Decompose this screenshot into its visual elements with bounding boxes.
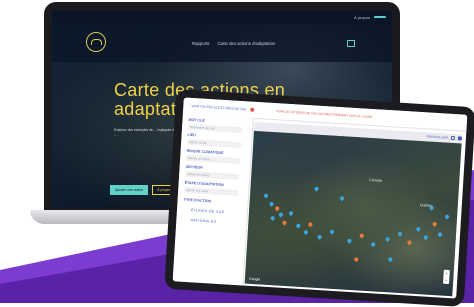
climate-case-studies-link[interactable]: VOIR LES ÉTUDES DE CAS QUI MENTIONNENT S…	[276, 109, 373, 119]
sector-input[interactable]: Ajouter un secteur	[185, 170, 240, 181]
about-link[interactable]: À propos	[354, 15, 370, 20]
all-case-studies-link[interactable]: VOIR TOUTES LES ÉTUDES DE CAS	[191, 104, 246, 111]
zoom-out-icon[interactable]: −	[443, 277, 449, 284]
map-pin[interactable]	[415, 226, 422, 232]
filter-label-climate-risk: RISQUE CLIMATIQUE	[186, 148, 224, 156]
filter-label-location: LIEU	[187, 132, 196, 138]
nav-link-adaptation-map[interactable]: Carte des actions d'adaptation	[217, 41, 275, 46]
map-pin[interactable]	[431, 221, 438, 227]
map-pin[interactable]	[281, 220, 288, 226]
map-label-canada: Canada	[369, 177, 382, 183]
adaptation-stage-input[interactable]: Ajouter une étape	[184, 186, 239, 196]
nav-right-group	[344, 40, 355, 47]
map-pin[interactable]	[422, 234, 429, 241]
map-pin[interactable]	[387, 256, 394, 263]
map-pin[interactable]	[288, 210, 294, 217]
filter-sidebar: MOT CLÉ Rechercher par mot LIEU Ajouter …	[172, 113, 254, 286]
add-action-button[interactable]: Ajouter une action	[110, 185, 149, 195]
map-pin[interactable]	[353, 256, 360, 263]
map-view-icon[interactable]	[457, 136, 463, 141]
map-panel: RÉINITIALISER Canada Québec + − Google	[244, 121, 463, 297]
map-pin[interactable]	[269, 215, 276, 221]
map-pin[interactable]	[428, 205, 435, 211]
top-utility-bar: À propos	[52, 10, 392, 24]
map-pin[interactable]	[295, 222, 302, 229]
map-pin[interactable]	[278, 211, 284, 218]
map-pin[interactable]	[303, 229, 309, 236]
climate-risk-input[interactable]: Ajouter un risque	[186, 154, 241, 165]
map-pin[interactable]	[313, 185, 320, 192]
nav-links: Rapports Carte des actions d'adaptation	[192, 41, 275, 46]
map-pin[interactable]	[370, 241, 377, 248]
map-pin[interactable]	[263, 192, 269, 199]
interactive-map[interactable]: Canada Québec + − Google	[244, 130, 462, 297]
map-pin[interactable]	[316, 234, 323, 240]
menu-icon[interactable]	[347, 40, 355, 47]
map-pin[interactable]	[307, 221, 314, 228]
site-logo-icon[interactable]	[86, 32, 106, 52]
map-pin[interactable]	[339, 195, 345, 202]
map-pin[interactable]	[384, 236, 391, 243]
keyword-input[interactable]: Rechercher par mot	[187, 123, 243, 134]
nav-link-reports[interactable]: Rapports	[192, 41, 209, 46]
national-link[interactable]: NATIONALES	[190, 218, 216, 224]
map-pin[interactable]	[437, 231, 443, 238]
map-pin[interactable]	[329, 228, 335, 235]
map-pin[interactable]	[397, 231, 403, 237]
case-studies-link[interactable]: ÉTUDES DE CAS	[191, 208, 225, 214]
filter-label-keyword: MOT CLÉ	[188, 117, 205, 123]
location-input[interactable]: Ajouter un lieu	[187, 138, 242, 149]
map-pin[interactable]	[274, 205, 281, 212]
alert-dot-icon	[250, 107, 255, 112]
map-pin[interactable]	[346, 238, 353, 244]
map-attribution: Google	[248, 276, 261, 282]
reset-link[interactable]: RÉINITIALISER	[426, 134, 448, 139]
list-view-icon[interactable]	[450, 135, 456, 141]
map-pin[interactable]	[268, 201, 275, 207]
filter-label-sector: SECTEUR	[185, 164, 203, 170]
filter-label-action-type: TYPE D'ACTION	[183, 197, 212, 204]
map-pin[interactable]	[406, 239, 413, 246]
topbar-button[interactable]	[374, 16, 386, 18]
map-pin[interactable]	[444, 213, 450, 220]
topbar-right: À propos	[348, 15, 386, 20]
zoom-control[interactable]: + −	[442, 269, 450, 285]
tablet-mockup: VOIR TOUTES LES ÉTUDES DE CAS VOIR LES É…	[164, 89, 474, 307]
tablet-screen: VOIR TOUTES LES ÉTUDES DE CAS VOIR LES É…	[172, 97, 468, 299]
map-pin[interactable]	[358, 232, 365, 239]
